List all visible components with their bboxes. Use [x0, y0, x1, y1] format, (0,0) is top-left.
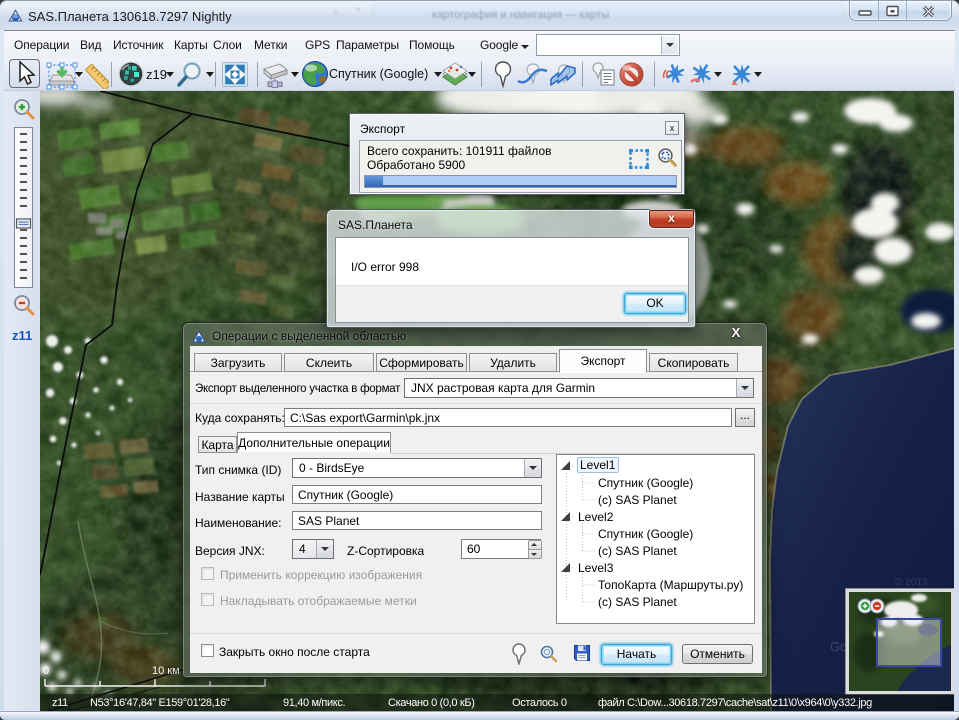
svg-text:0: 0 [43, 665, 49, 677]
svg-text:10 км: 10 км [152, 665, 180, 677]
svg-text:© 2013: © 2013 [895, 577, 928, 588]
